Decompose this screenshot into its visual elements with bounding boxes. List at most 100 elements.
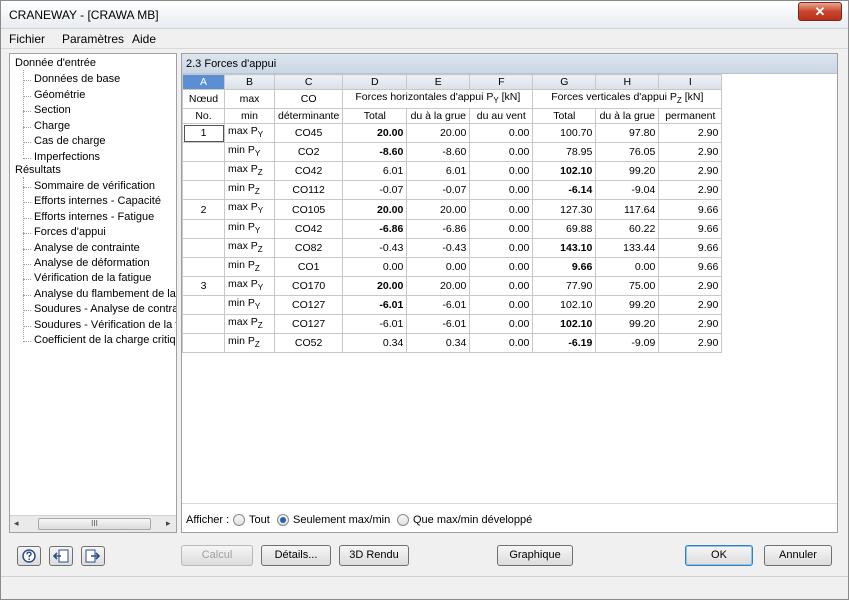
cell-crane-z[interactable]: 97.80 — [595, 123, 660, 144]
cell-crane-z[interactable]: -9.09 — [595, 333, 660, 354]
cell-crane-y[interactable]: -6.86 — [406, 218, 471, 239]
table-row[interactable]: max PZ CO127 -6.01 -6.01 0.00 102.10 99.20 2.90 — [182, 314, 723, 335]
cell-crane-y[interactable]: 0.00 — [406, 256, 471, 277]
table-row[interactable]: max PZ CO42 6.01 6.01 0.00 102.10 99.20 2.90 — [182, 161, 723, 182]
menu-aide[interactable]: Aide — [132, 32, 156, 46]
graphique-button[interactable]: Graphique — [497, 545, 573, 566]
nav-item-input[interactable]: Cas de charge — [34, 135, 106, 147]
cell-permanent-z[interactable]: 2.90 — [658, 161, 723, 182]
cell-crane-y[interactable]: -0.07 — [406, 180, 471, 201]
column-letter[interactable]: B — [224, 74, 275, 90]
cell-permanent-z[interactable]: 2.90 — [658, 314, 723, 335]
help-button[interactable] — [17, 546, 41, 566]
cell-crane-z[interactable]: 99.20 — [595, 161, 660, 182]
table-row[interactable]: min PY CO127 -6.01 -6.01 0.00 102.10 99.20 2.90 — [182, 294, 723, 316]
nav-item-result[interactable]: Efforts internes - Fatigue — [34, 211, 154, 223]
cell-node[interactable] — [182, 142, 225, 163]
column-letter[interactable]: A — [182, 74, 225, 90]
radio-tout[interactable] — [233, 514, 245, 526]
cell-maxmin[interactable]: min PY — [224, 218, 275, 239]
cell-crane-y[interactable]: -0.43 — [406, 237, 471, 258]
cell-total-y[interactable]: -6.01 — [342, 294, 408, 316]
cell-node[interactable]: 3 — [182, 275, 225, 296]
cell-total-y[interactable]: -6.86 — [342, 218, 408, 239]
cell-permanent-z[interactable]: 2.90 — [658, 294, 723, 316]
cell-node[interactable] — [182, 314, 225, 335]
nav-item-result[interactable]: Soudures - Analyse de contrain — [34, 303, 176, 315]
cell-total-z[interactable]: 69.88 — [532, 218, 597, 239]
menu-fichier[interactable]: Fichier — [9, 32, 45, 46]
cell-total-z[interactable]: 102.10 — [532, 294, 597, 316]
cell-wind-y[interactable]: 0.00 — [469, 218, 534, 239]
cell-wind-y[interactable]: 0.00 — [469, 180, 534, 201]
nav-item-result[interactable]: Analyse du flambement de la pl — [34, 288, 176, 300]
cell-node[interactable]: 1 — [182, 123, 225, 144]
column-letter[interactable]: G — [532, 74, 597, 90]
radio-tout-label[interactable]: Tout — [249, 514, 270, 526]
cell-permanent-z[interactable]: 2.90 — [658, 275, 723, 296]
column-letter[interactable]: F — [469, 74, 534, 90]
cell-node[interactable] — [182, 256, 225, 277]
cell-permanent-z[interactable]: 2.90 — [658, 180, 723, 201]
cell-node[interactable] — [182, 180, 225, 201]
cell-crane-y[interactable]: -6.01 — [406, 294, 471, 316]
cell-co[interactable]: CO45 — [273, 123, 344, 144]
ok-button[interactable]: OK — [685, 545, 753, 566]
column-letter[interactable]: H — [595, 74, 660, 90]
cell-co[interactable]: CO42 — [273, 161, 344, 182]
table-row[interactable]: max PZ CO82 -0.43 -0.43 0.00 143.10 133.44 9.66 — [182, 237, 723, 258]
cell-crane-z[interactable]: 75.00 — [595, 275, 660, 296]
cell-wind-y[interactable]: 0.00 — [469, 294, 534, 316]
nav-horizontal-scrollbar[interactable]: ◂ III ▸ — [10, 515, 176, 532]
column-letter[interactable]: E — [406, 74, 471, 90]
cell-permanent-z[interactable]: 9.66 — [658, 218, 723, 239]
radio-que-maxmin-label[interactable]: Que max/min développé — [413, 514, 532, 526]
cell-permanent-z[interactable]: 9.66 — [658, 199, 723, 220]
cell-co[interactable]: CO127 — [273, 314, 344, 335]
cell-total-z[interactable]: 100.70 — [532, 123, 597, 144]
nav-item-input[interactable]: Données de base — [34, 73, 120, 85]
scroll-left-icon[interactable]: ◂ — [14, 518, 19, 529]
cell-co[interactable]: CO1 — [273, 256, 344, 277]
cell-crane-y[interactable]: -8.60 — [406, 142, 471, 163]
cell-co[interactable]: CO42 — [273, 218, 344, 239]
radio-que-maxmin[interactable] — [397, 514, 409, 526]
cell-maxmin[interactable]: min PZ — [224, 256, 275, 277]
nav-item-result[interactable]: Sommaire de vérification — [34, 180, 155, 192]
cell-wind-y[interactable]: 0.00 — [469, 275, 534, 296]
cell-crane-y[interactable]: 20.00 — [406, 123, 471, 144]
scroll-thumb[interactable]: III — [38, 518, 151, 530]
cell-crane-z[interactable]: -9.04 — [595, 180, 660, 201]
cell-maxmin[interactable]: max PZ — [224, 314, 275, 335]
cell-total-y[interactable]: -0.07 — [342, 180, 408, 201]
column-letter[interactable]: C — [273, 74, 344, 90]
cell-crane-y[interactable]: 20.00 — [406, 275, 471, 296]
cell-total-y[interactable]: -6.01 — [342, 314, 408, 335]
cell-node[interactable] — [182, 237, 225, 258]
cell-permanent-z[interactable]: 2.90 — [658, 123, 723, 144]
cell-total-z[interactable]: 143.10 — [532, 237, 597, 258]
cell-crane-y[interactable]: 20.00 — [406, 199, 471, 220]
cell-co[interactable]: CO127 — [273, 294, 344, 316]
cell-wind-y[interactable]: 0.00 — [469, 142, 534, 163]
cell-total-z[interactable]: 78.95 — [532, 142, 597, 163]
nav-item-result[interactable]: Analyse de déformation — [34, 257, 150, 269]
cell-crane-z[interactable]: 99.20 — [595, 294, 660, 316]
cell-wind-y[interactable]: 0.00 — [469, 161, 534, 182]
nav-item-input[interactable]: Imperfections — [34, 151, 100, 163]
cell-total-y[interactable]: 20.00 — [342, 275, 408, 296]
cell-co[interactable]: CO170 — [273, 275, 344, 296]
cell-co[interactable]: CO52 — [273, 333, 344, 354]
cell-maxmin[interactable]: min PY — [224, 294, 275, 316]
cell-crane-y[interactable]: 0.34 — [406, 333, 471, 354]
cell-permanent-z[interactable]: 9.66 — [658, 237, 723, 258]
cell-co[interactable]: CO82 — [273, 237, 344, 258]
3d-rendu-button[interactable]: 3D Rendu — [339, 545, 409, 566]
cell-crane-z[interactable]: 0.00 — [595, 256, 660, 277]
cell-node[interactable] — [182, 218, 225, 239]
table-row[interactable]: min PZ CO112 -0.07 -0.07 0.00 -6.14 -9.04 2.90 — [182, 180, 723, 201]
cell-maxmin[interactable]: min PY — [224, 142, 275, 163]
import-button[interactable] — [49, 546, 73, 566]
cell-maxmin[interactable]: max PZ — [224, 161, 275, 182]
cell-crane-z[interactable]: 99.20 — [595, 314, 660, 335]
